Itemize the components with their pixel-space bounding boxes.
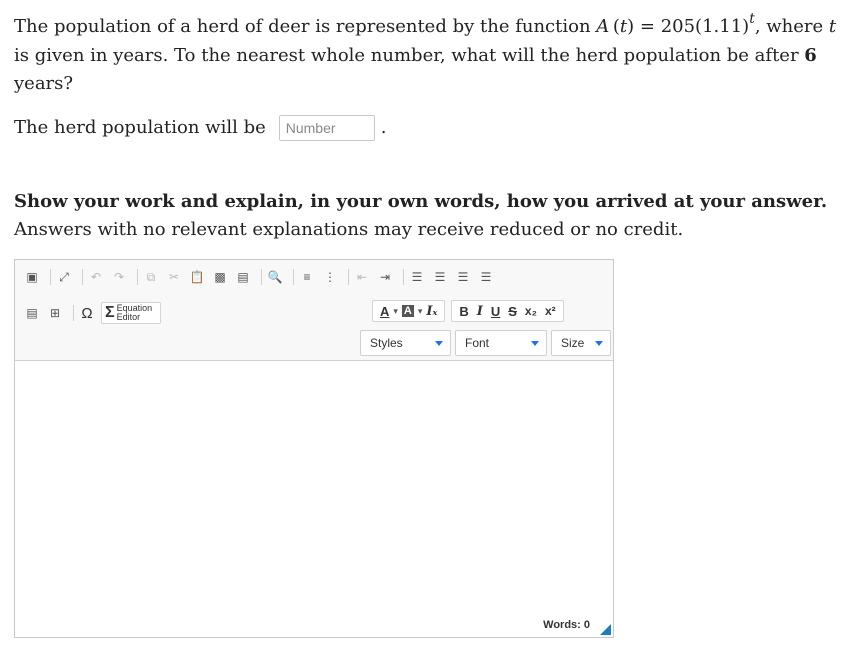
remove-format-icon[interactable]: Iₓ [426, 304, 437, 319]
paste-word-icon[interactable]: ▤ [234, 268, 252, 286]
paste-icon[interactable]: 📋 [188, 268, 206, 286]
question-text: The population of a herd of deer is repr… [14, 11, 837, 94]
text-color-icon[interactable]: A [380, 304, 389, 319]
source-icon[interactable]: ▣ [23, 268, 41, 286]
editor-toolbar: ▣ ⤢ ↶ ↷ ⧉ ✂ 📋 ▩ ▤ 🔍 ≡ ⋮ ⇤ ⇥ ☰ ☰ ☰ ☰ ▤ ⊞ … [15, 260, 613, 361]
styles-dropdown[interactable]: Styles [360, 330, 451, 356]
paste-text-icon[interactable]: ▩ [211, 268, 229, 286]
superscript-icon[interactable]: x² [545, 304, 556, 318]
toolbar-separator [293, 269, 294, 285]
answer-row: The herd population will be . [14, 114, 386, 142]
cut-icon[interactable]: ✂ [165, 268, 183, 286]
align-right-icon[interactable]: ☰ [454, 268, 472, 286]
bold-icon[interactable]: B [459, 304, 468, 319]
toolbar-separator [348, 269, 349, 285]
align-left-icon[interactable]: ☰ [408, 268, 426, 286]
function-expression: A (t) = 205(1.11)t [596, 11, 755, 37]
years-value: 6 [804, 45, 817, 66]
editor-content-area[interactable] [15, 361, 613, 611]
toolbar-separator [261, 269, 262, 285]
format-group: B I U S x₂ x² [451, 300, 564, 322]
equation-editor-button[interactable]: Σ Equation Editor [101, 302, 162, 324]
subscript-icon[interactable]: x₂ [525, 304, 537, 318]
italic-icon[interactable]: I [477, 304, 483, 319]
answer-suffix: . [380, 117, 387, 138]
redo-icon[interactable]: ↷ [110, 268, 128, 286]
answer-prefix: The herd population will be [14, 117, 266, 138]
toolbar-separator [82, 269, 83, 285]
align-center-icon[interactable]: ☰ [431, 268, 449, 286]
text-color-dropdown-icon[interactable]: ▾ [393, 306, 398, 317]
bulleted-list-icon[interactable]: ⋮ [321, 268, 339, 286]
word-count: Words: 0 [543, 619, 590, 631]
bg-color-dropdown-icon[interactable]: ▾ [418, 306, 423, 317]
horizontal-line-icon[interactable]: ▤ [23, 304, 41, 322]
chevron-down-icon [595, 341, 603, 346]
table-icon[interactable]: ⊞ [46, 304, 64, 322]
sigma-icon: Σ [105, 304, 115, 321]
justify-icon[interactable]: ☰ [477, 268, 495, 286]
undo-icon[interactable]: ↶ [87, 268, 105, 286]
instruction-text: Show your work and explain, in your own … [14, 191, 828, 240]
toolbar-separator [137, 269, 138, 285]
outdent-icon[interactable]: ⇤ [353, 268, 371, 286]
font-dropdown[interactable]: Font [455, 330, 547, 356]
toolbar-separator [403, 269, 404, 285]
special-char-icon[interactable]: Ω [78, 304, 96, 322]
resize-handle-icon[interactable] [600, 624, 611, 635]
rich-text-editor: ▣ ⤢ ↶ ↷ ⧉ ✂ 📋 ▩ ▤ 🔍 ≡ ⋮ ⇤ ⇥ ☰ ☰ ☰ ☰ ▤ ⊞ … [14, 259, 614, 638]
chevron-down-icon [435, 341, 443, 346]
strikethrough-icon[interactable]: S [508, 304, 517, 319]
indent-icon[interactable]: ⇥ [376, 268, 394, 286]
maximize-icon[interactable]: ⤢ [55, 268, 73, 286]
chevron-down-icon [531, 341, 539, 346]
underline-icon[interactable]: U [491, 304, 500, 319]
bg-color-icon[interactable]: A [401, 305, 414, 317]
color-group: A ▾ A ▾ Iₓ [372, 300, 446, 322]
toolbar-separator [73, 305, 74, 321]
number-input[interactable] [278, 115, 375, 141]
copy-icon[interactable]: ⧉ [142, 268, 160, 286]
numbered-list-icon[interactable]: ≡ [298, 268, 316, 286]
toolbar-separator [50, 269, 51, 285]
find-icon[interactable]: 🔍 [266, 268, 284, 286]
size-dropdown[interactable]: Size [551, 330, 611, 356]
